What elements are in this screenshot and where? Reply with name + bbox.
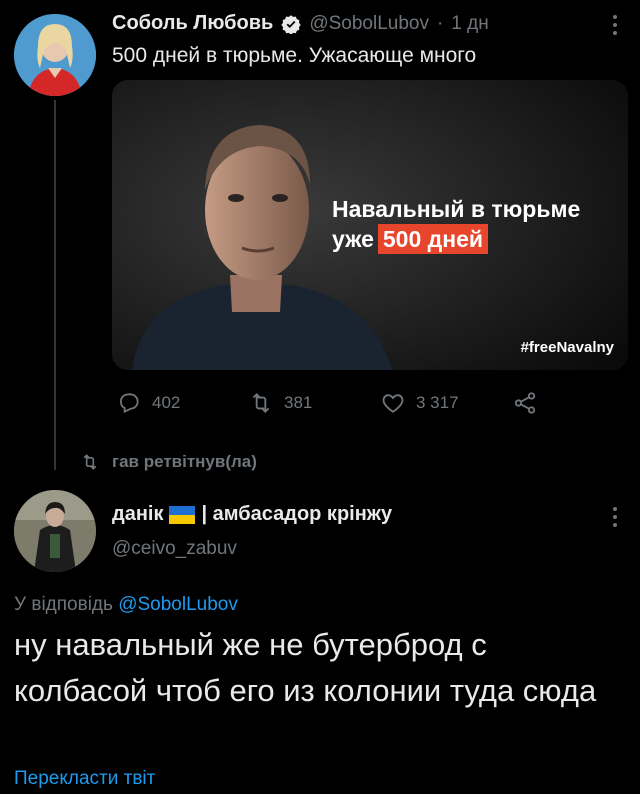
more-options-icon[interactable] xyxy=(612,14,618,41)
author-handle[interactable]: @SobolLubov xyxy=(309,13,429,35)
image-headline-line2: уже xyxy=(332,226,374,252)
retweet-button[interactable]: 381 xyxy=(248,390,312,416)
reply-to-link[interactable]: @SobolLubov xyxy=(118,594,238,615)
tweet-text: 500 дней в тюрьме. Ужасающе много xyxy=(112,44,477,67)
retweet-small-icon xyxy=(83,454,97,470)
tweet-time[interactable]: 1 дн xyxy=(451,13,488,35)
retweet-notice: гав ретвітнув(ла) xyxy=(80,452,257,472)
verified-badge-icon xyxy=(281,14,301,34)
image-headline-highlight: 500 дней xyxy=(377,224,489,254)
header-separator: · xyxy=(436,12,444,34)
author-name-suffix[interactable]: | амбасадор крінжу xyxy=(201,503,392,526)
share-button[interactable] xyxy=(512,390,538,416)
tweet-text: ну навальный же не бутерброд с колбасой … xyxy=(14,627,597,708)
avatar-photo xyxy=(14,490,96,572)
retweet-icon xyxy=(252,393,270,413)
reply-icon xyxy=(119,393,139,414)
avatar[interactable] xyxy=(14,490,96,572)
reply-prefix: У відповідь xyxy=(14,594,113,615)
more-options-icon[interactable] xyxy=(612,506,618,533)
reply-count: 402 xyxy=(152,393,181,412)
image-headline: Навальный в тюрьме уже 500 дней xyxy=(332,194,580,254)
share-icon xyxy=(514,392,536,414)
image-headline-line1: Навальный в тюрьме xyxy=(332,196,581,222)
like-button[interactable]: 3 317 xyxy=(380,390,459,416)
author-name[interactable]: данік xyxy=(112,503,163,526)
thread-connector-line xyxy=(54,100,56,470)
translate-tweet-link[interactable]: Перекласти твіт xyxy=(14,768,155,790)
author-name[interactable]: Соболь Любовь xyxy=(112,12,273,35)
avatar[interactable] xyxy=(14,14,96,96)
avatar-photo xyxy=(14,14,96,96)
heart-icon xyxy=(382,394,404,413)
retweet-count: 381 xyxy=(284,393,313,412)
reply-context: У відповідь @SobolLubov xyxy=(14,594,238,616)
tweet-header: Соболь Любовь @SobolLubov · 1 дн xyxy=(112,12,489,35)
retweet-notice-text[interactable]: гав ретвітнув(ла) xyxy=(112,452,257,472)
ukraine-flag-icon xyxy=(169,505,196,524)
like-count: 3 317 xyxy=(416,393,459,412)
tweet-header: данік | амбасадор крінжу xyxy=(112,503,392,526)
reply-button[interactable]: 402 xyxy=(116,390,180,416)
author-handle[interactable]: @ceivo_zabuv xyxy=(112,538,237,560)
tweet-media-image[interactable]: Навальный в тюрьме уже 500 дней #freeNav… xyxy=(112,80,628,370)
image-hashtag: #freeNavalny xyxy=(520,339,614,356)
